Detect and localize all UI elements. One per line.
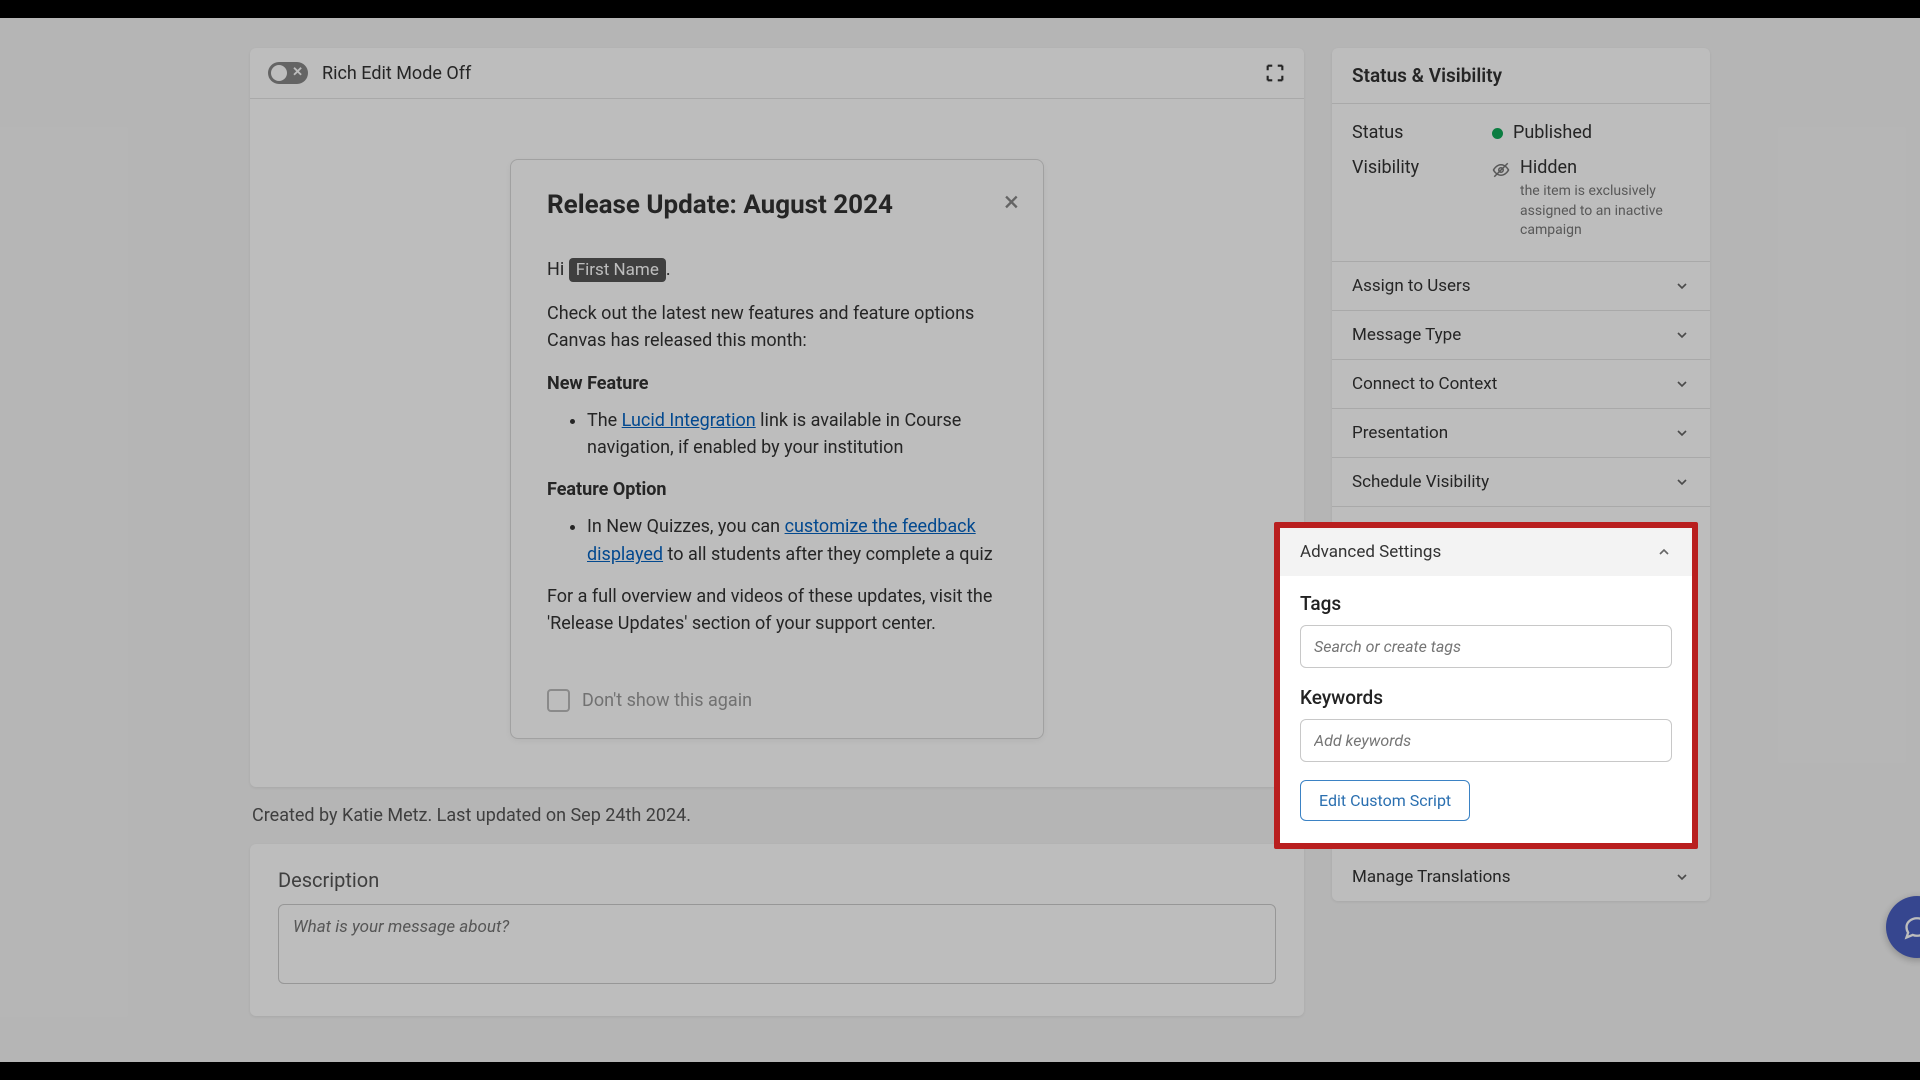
toggle-off-icon: ✕ bbox=[292, 64, 303, 82]
heading-feature-option: Feature Option bbox=[547, 476, 1007, 503]
letterbox-bottom bbox=[0, 1062, 1920, 1080]
accordion-label: Assign to Users bbox=[1352, 276, 1471, 296]
rich-edit-label: Rich Edit Mode Off bbox=[322, 63, 471, 84]
advanced-settings-header[interactable]: Advanced Settings bbox=[1280, 528, 1692, 576]
visibility-label: Visibility bbox=[1352, 157, 1492, 241]
heading-new-feature: New Feature bbox=[547, 370, 1007, 397]
editor-toolbar: ✕ Rich Edit Mode Off bbox=[250, 48, 1304, 99]
first-name-token: First Name bbox=[569, 258, 666, 282]
advanced-settings-title: Advanced Settings bbox=[1300, 542, 1441, 562]
accordion-label: Message Type bbox=[1352, 325, 1461, 345]
chevron-down-icon bbox=[1674, 327, 1690, 343]
help-bubble[interactable] bbox=[1886, 896, 1920, 958]
status-visibility-header: Status & Visibility bbox=[1332, 48, 1710, 104]
accordion-manage-translations[interactable]: Manage Translations bbox=[1332, 853, 1710, 901]
description-label: Description bbox=[278, 868, 1276, 892]
status-label: Status bbox=[1352, 122, 1492, 143]
feature-pre: The bbox=[587, 410, 622, 431]
tags-label: Tags bbox=[1300, 592, 1672, 615]
accordion-label: Schedule Visibility bbox=[1352, 472, 1489, 492]
expand-icon[interactable] bbox=[1264, 62, 1286, 84]
preview-closing: For a full overview and videos of these … bbox=[547, 583, 1007, 637]
lucid-integration-link[interactable]: Lucid Integration bbox=[622, 410, 756, 431]
visibility-value: Hidden bbox=[1520, 157, 1690, 178]
message-preview-card: Release Update: August 2024 × Hi First N… bbox=[510, 159, 1044, 739]
advanced-settings-highlight: Advanced Settings Tags Keywords Edit Cus… bbox=[1274, 522, 1698, 849]
accordion-schedule-visibility[interactable]: Schedule Visibility bbox=[1332, 458, 1710, 507]
visibility-row: Visibility Hidden the item is exclusivel… bbox=[1352, 157, 1690, 241]
chevron-up-icon bbox=[1656, 544, 1672, 560]
editor-panel: ✕ Rich Edit Mode Off Release Update: Aug… bbox=[250, 48, 1304, 787]
option-list: In New Quizzes, you can customize the fe… bbox=[587, 513, 1007, 569]
chevron-down-icon bbox=[1674, 869, 1690, 885]
option-pre: In New Quizzes, you can bbox=[587, 516, 785, 537]
accordion-connect-context[interactable]: Connect to Context bbox=[1332, 360, 1710, 409]
status-dot-icon bbox=[1492, 128, 1503, 139]
description-input[interactable] bbox=[278, 904, 1276, 984]
meta-line: Created by Katie Metz. Last updated on S… bbox=[252, 805, 1304, 826]
accordion-label: Presentation bbox=[1352, 423, 1448, 443]
accordion-message-type[interactable]: Message Type bbox=[1332, 311, 1710, 360]
accordion-assign-users[interactable]: Assign to Users bbox=[1332, 262, 1710, 311]
dont-show-checkbox[interactable] bbox=[547, 689, 570, 712]
option-post: to all students after they complete a qu… bbox=[663, 544, 993, 565]
status-row: Status Published bbox=[1352, 122, 1690, 143]
dont-show-label: Don't show this again bbox=[582, 690, 752, 711]
chevron-down-icon bbox=[1674, 425, 1690, 441]
chevron-down-icon bbox=[1674, 474, 1690, 490]
accordion-label: Connect to Context bbox=[1352, 374, 1497, 394]
greeting-dot: . bbox=[666, 259, 671, 280]
preview-greeting: Hi First Name. bbox=[547, 256, 1007, 284]
feature-list: The Lucid Integration link is available … bbox=[587, 407, 1007, 463]
chevron-down-icon bbox=[1674, 376, 1690, 392]
chevron-down-icon bbox=[1674, 278, 1690, 294]
close-icon[interactable]: × bbox=[1004, 188, 1019, 216]
tags-input[interactable] bbox=[1300, 625, 1672, 668]
greeting-hi: Hi bbox=[547, 259, 569, 280]
hidden-icon bbox=[1492, 161, 1510, 179]
status-value: Published bbox=[1513, 122, 1592, 143]
letterbox-top bbox=[0, 0, 1920, 18]
edit-custom-script-button[interactable]: Edit Custom Script bbox=[1300, 780, 1470, 821]
accordion-presentation[interactable]: Presentation bbox=[1332, 409, 1710, 458]
dont-show-row: Don't show this again bbox=[547, 689, 1007, 712]
rich-edit-toggle[interactable]: ✕ bbox=[268, 62, 308, 84]
feature-bullet: The Lucid Integration link is available … bbox=[587, 407, 1007, 463]
preview-title: Release Update: August 2024 bbox=[547, 190, 1007, 220]
preview-intro: Check out the latest new features and fe… bbox=[547, 300, 1007, 354]
accordion-label: Manage Translations bbox=[1352, 867, 1510, 887]
keywords-label: Keywords bbox=[1300, 686, 1672, 709]
keywords-input[interactable] bbox=[1300, 719, 1672, 762]
visibility-note: the item is exclusively assigned to an i… bbox=[1520, 182, 1690, 241]
description-panel: Description bbox=[250, 844, 1304, 1016]
option-bullet: In New Quizzes, you can customize the fe… bbox=[587, 513, 1007, 569]
